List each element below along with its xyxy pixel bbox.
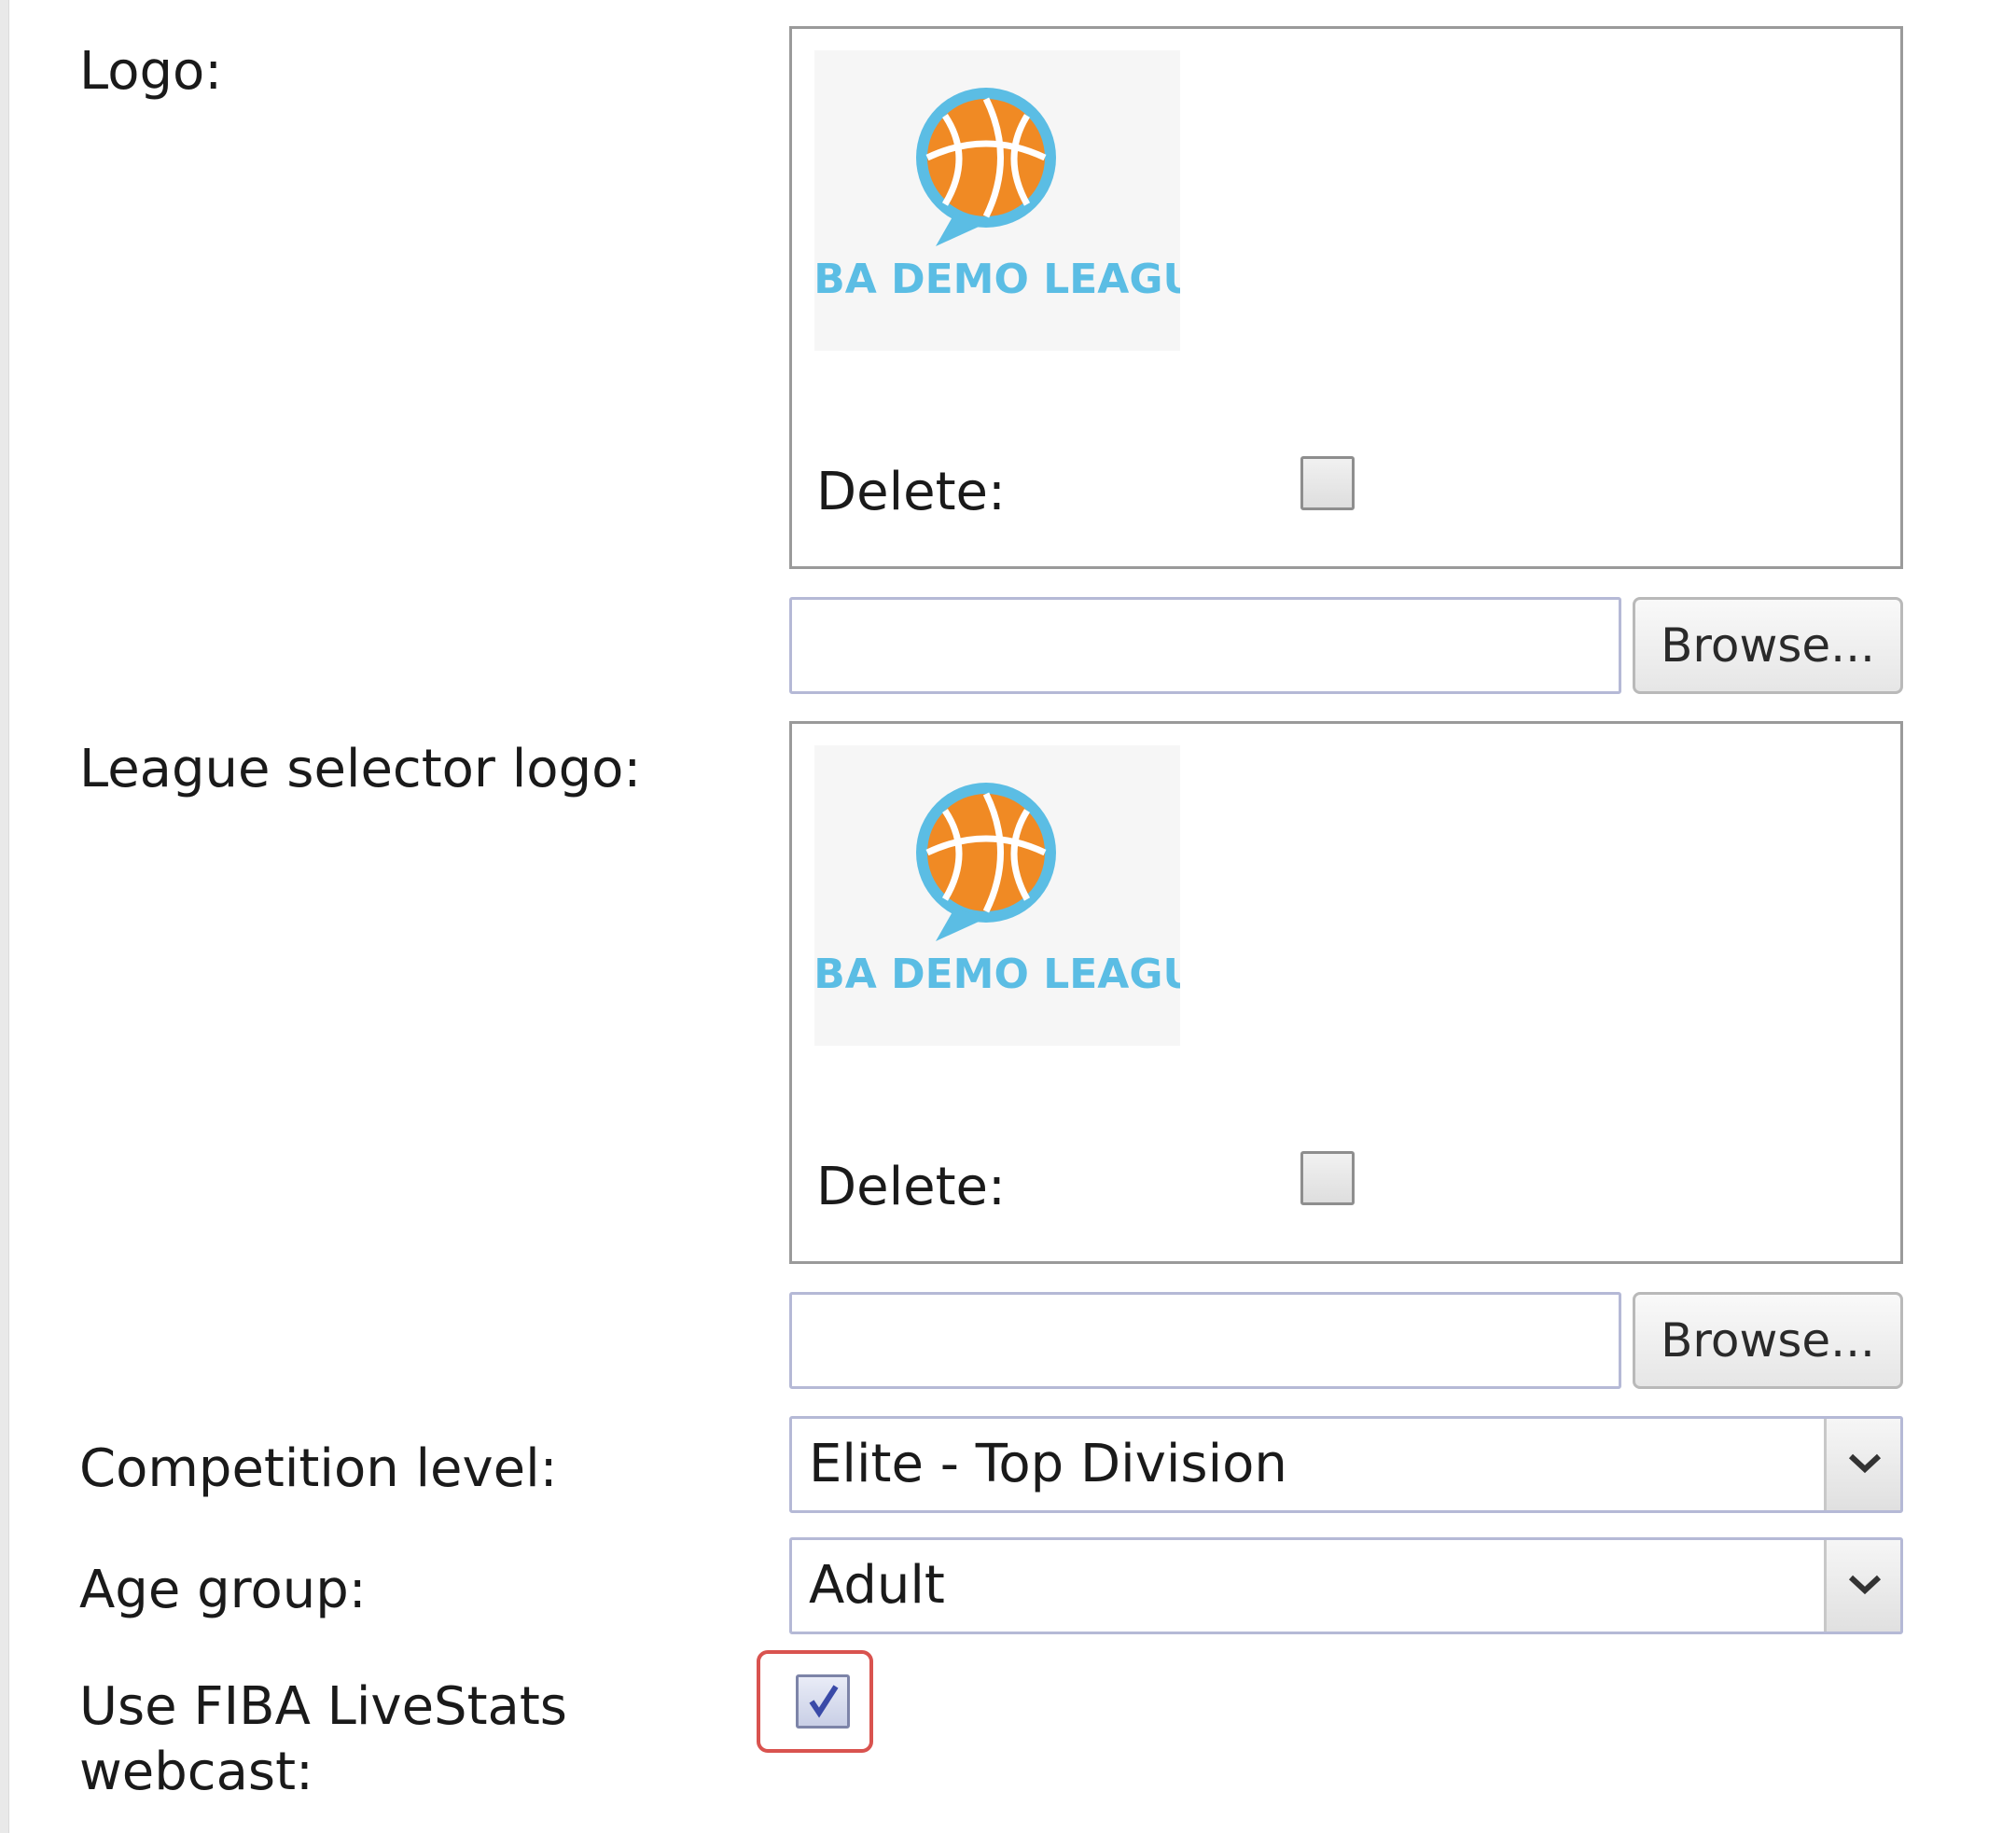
chevron-down-icon[interactable] <box>1824 1540 1900 1632</box>
logo-browse-button[interactable]: Browse... <box>1633 597 1903 694</box>
logo-label: Logo: <box>79 41 223 102</box>
logo-delete-label: Delete: <box>816 462 1006 522</box>
logo-image: FIBA DEMO LEAGUE <box>814 50 1180 351</box>
checkmark-icon <box>809 1685 839 1718</box>
league-selector-delete-label: Delete: <box>816 1157 1006 1217</box>
form-page: Logo: FIBA DEMO LEAGUE Delete: Browse...… <box>0 0 2016 1833</box>
svg-text:FIBA DEMO LEAGUE: FIBA DEMO LEAGUE <box>814 951 1180 998</box>
league-selector-browse-button[interactable]: Browse... <box>1633 1292 1903 1389</box>
competition-level-select[interactable]: Elite - Top Division <box>789 1416 1903 1513</box>
chevron-down-icon[interactable] <box>1824 1419 1900 1510</box>
livestats-webcast-checkbox[interactable] <box>796 1674 850 1729</box>
logo-delete-checkbox[interactable] <box>1300 456 1355 510</box>
logo-file-input[interactable] <box>789 597 1621 694</box>
competition-level-value: Elite - Top Division <box>809 1434 1287 1494</box>
league-selector-logo-preview-panel: FIBA DEMO LEAGUE Delete: <box>789 721 1903 1264</box>
competition-level-label: Competition level: <box>79 1438 558 1499</box>
basketball-chat-bubble-icon: FIBA DEMO LEAGUE <box>814 50 1180 351</box>
basketball-chat-bubble-icon: FIBA DEMO LEAGUE <box>814 745 1180 1046</box>
age-group-label: Age group: <box>79 1560 367 1620</box>
age-group-select[interactable]: Adult <box>789 1537 1903 1634</box>
livestats-webcast-label: Use FIBA LiveStats webcast: <box>79 1676 567 1802</box>
svg-text:FIBA DEMO LEAGUE: FIBA DEMO LEAGUE <box>814 256 1180 303</box>
league-selector-delete-checkbox[interactable] <box>1300 1151 1355 1205</box>
league-selector-logo-image: FIBA DEMO LEAGUE <box>814 745 1180 1046</box>
age-group-value: Adult <box>809 1555 945 1616</box>
left-border <box>0 0 9 1833</box>
league-selector-logo-label: League selector logo: <box>79 739 642 799</box>
league-selector-file-input[interactable] <box>789 1292 1621 1389</box>
logo-preview-panel: FIBA DEMO LEAGUE Delete: <box>789 26 1903 569</box>
